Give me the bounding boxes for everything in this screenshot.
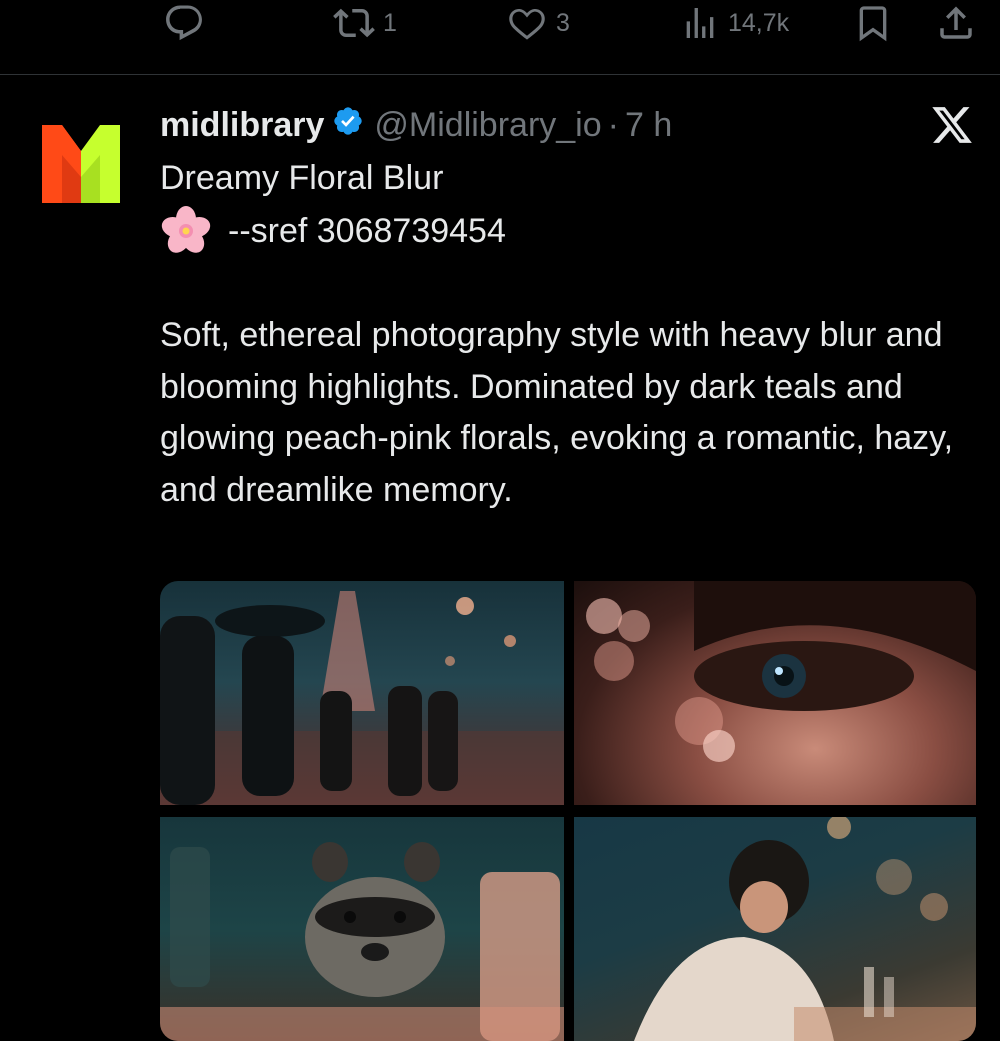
retweet-count: 1 [383,8,397,37]
tweet-action-bar: 1 3 14,7k [0,0,1000,46]
x-logo-icon[interactable] [930,103,974,147]
separator-dot: · [607,105,619,144]
display-name[interactable]: midlibrary [160,106,324,145]
verified-badge-icon [332,105,364,146]
sref-line: --sref 3068739454 [160,205,506,257]
views-count: 14,7k [728,8,790,37]
bookmark-icon [859,6,887,42]
eye-closeup-bokeh-image [586,581,976,762]
user-handle[interactable]: @Midlibrary_io [374,106,601,145]
cherry-blossom-icon [161,206,211,253]
person-leaning-over-table-image [634,817,976,1041]
tweet-header: midlibrary @Midlibrary_io · 7 h [160,100,672,150]
tweet-divider [0,74,1000,75]
share-icon [940,6,972,39]
raccoon-at-table-image [160,842,564,1041]
media-image-3[interactable] [160,817,564,1041]
avatar[interactable] [42,125,120,203]
like-button[interactable]: 3 [506,0,570,46]
midlibrary-logo-icon [42,125,120,203]
retweet-icon [333,8,375,38]
tweet-title: Dreamy Floral Blur [160,159,444,197]
media-image-2[interactable] [574,581,976,805]
bookmark-button[interactable] [853,0,893,46]
timestamp[interactable]: 7 h [625,106,672,145]
media-grid [160,581,976,1041]
people-with-umbrellas-eiffel-tower-image [160,591,564,805]
views-button[interactable]: 14,7k [680,0,789,46]
media-image-4[interactable] [574,817,976,1041]
media-image-1[interactable] [160,581,564,805]
share-button[interactable] [935,0,977,46]
reply-icon [166,5,202,41]
reply-button[interactable] [163,0,205,46]
like-count: 3 [556,8,570,37]
heart-icon [509,8,545,40]
tweet-description: Soft, ethereal photography style with he… [160,316,954,509]
sref-code: --sref 3068739454 [228,212,506,250]
retweet-button[interactable]: 1 [333,0,397,46]
analytics-icon [686,8,714,38]
